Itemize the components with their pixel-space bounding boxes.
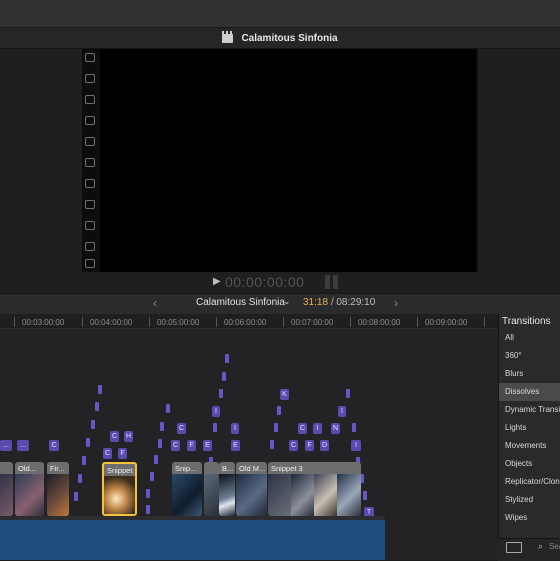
category-360[interactable]: 360° [499,347,560,365]
filmstrip-border [82,49,100,272]
viewer-title-text: Calamitous Sinfonia [241,32,338,44]
marker-tag[interactable]: K [280,389,289,400]
video-preview[interactable] [100,49,476,272]
clapperboard-icon [222,30,234,43]
category-wipes[interactable]: Wipes [499,509,560,527]
marker-tag[interactable]: E [231,440,240,451]
category-blurs[interactable]: Blurs [499,365,560,383]
clip-name: Old M... [239,464,266,473]
ruler-label: 00:03:00:00 [22,318,65,327]
timecode-display: 00:00:00:00 [225,274,305,290]
category-objects[interactable]: Objects [499,455,560,473]
chevron-right-icon[interactable]: › [394,296,398,310]
pause-icon [325,275,341,289]
marker-tag[interactable]: I [338,406,346,417]
category-movements[interactable]: Movements [499,437,560,455]
chevron-left-icon[interactable]: ‹ [153,296,157,310]
timeline-clip[interactable]: Old M... [236,462,267,516]
timeline-clip[interactable]: Snippet 3 [268,462,361,516]
marker-tag[interactable]: C [171,440,180,451]
category-replicator-clones[interactable]: Replicator/Clones [499,473,560,491]
marker-tag[interactable]: C [298,423,307,434]
search-input[interactable]: Search [549,542,560,551]
ruler-label: 00:04:00:00 [90,318,133,327]
ruler-label: 00:09:00:00 [425,318,468,327]
transitions-title: Transitions [502,316,551,327]
ruler-label: 00:08:00:00 [358,318,401,327]
clip-name: B... [222,464,234,473]
marker-tag[interactable]: ... [0,440,12,451]
timeline-clip[interactable]: Fir... [47,462,69,516]
category-dynamic-transitions[interactable]: Dynamic Transitions [499,401,560,419]
duration-readout: 31:18 / 08:29:10 [303,297,375,308]
marker-tag[interactable]: N [331,423,340,434]
marker-tag[interactable]: I [313,423,322,434]
audio-track[interactable] [0,520,385,560]
project-name[interactable]: Calamitous Sinfonia [196,297,285,308]
play-icon[interactable]: ▶ [213,276,221,287]
timeline-clip[interactable]: B... [219,462,235,516]
clip-name: Fir... [50,464,65,473]
ruler-label: 00:06:00:00 [224,318,267,327]
marker-tag[interactable]: C [110,431,119,442]
marker-tag[interactable]: E [203,440,212,451]
marker-tag[interactable]: H [124,431,133,442]
clip-name: Snippet 3 [271,464,303,473]
timeline-clip[interactable] [0,462,13,516]
marker-tag[interactable]: C [289,440,298,451]
category-stylized[interactable]: Stylized [499,491,560,509]
chevron-down-icon[interactable]: ⌄ [283,296,291,307]
marker-tag[interactable]: I [212,406,220,417]
marker-tag[interactable]: F [118,448,127,459]
category-dissolves[interactable]: Dissolves [499,383,560,401]
category-all[interactable]: All [499,329,560,347]
filmstrip-border-right [476,49,478,272]
marker-tag[interactable]: ... [17,440,29,451]
duration-total: / 08:29:10 [330,297,376,308]
duration-current: 31:18 [303,297,329,308]
marker-tag[interactable]: I [231,423,239,434]
timeline-clip[interactable]: Snip... [172,462,202,516]
ruler-label: 00:05:00:00 [157,318,200,327]
marker-tag[interactable]: D [320,440,329,451]
search-icon[interactable]: ⌕ [538,541,543,552]
clip-name: Snip... [175,464,197,473]
app-toolbar [0,0,560,28]
marker-tag[interactable]: C [49,440,59,451]
clip-name: Snippet [107,466,133,475]
filmstrip-view-icon[interactable] [506,542,522,553]
marker-tag[interactable]: C [177,423,186,434]
ruler-label: 00:07:00:00 [291,318,334,327]
marker-tag[interactable]: I [351,440,361,451]
timeline-clip-selected[interactable]: Snippet [102,462,137,516]
category-lights[interactable]: Lights [499,419,560,437]
viewer-title: Calamitous Sinfonia [0,28,560,48]
marker-tag[interactable]: F [187,440,196,451]
timeline-clip[interactable]: Old... [15,462,44,516]
marker-tag[interactable]: C [103,448,112,459]
marker-tag[interactable]: F [305,440,314,451]
timeline-clip[interactable] [204,462,219,516]
clip-name: Old... [18,464,36,473]
